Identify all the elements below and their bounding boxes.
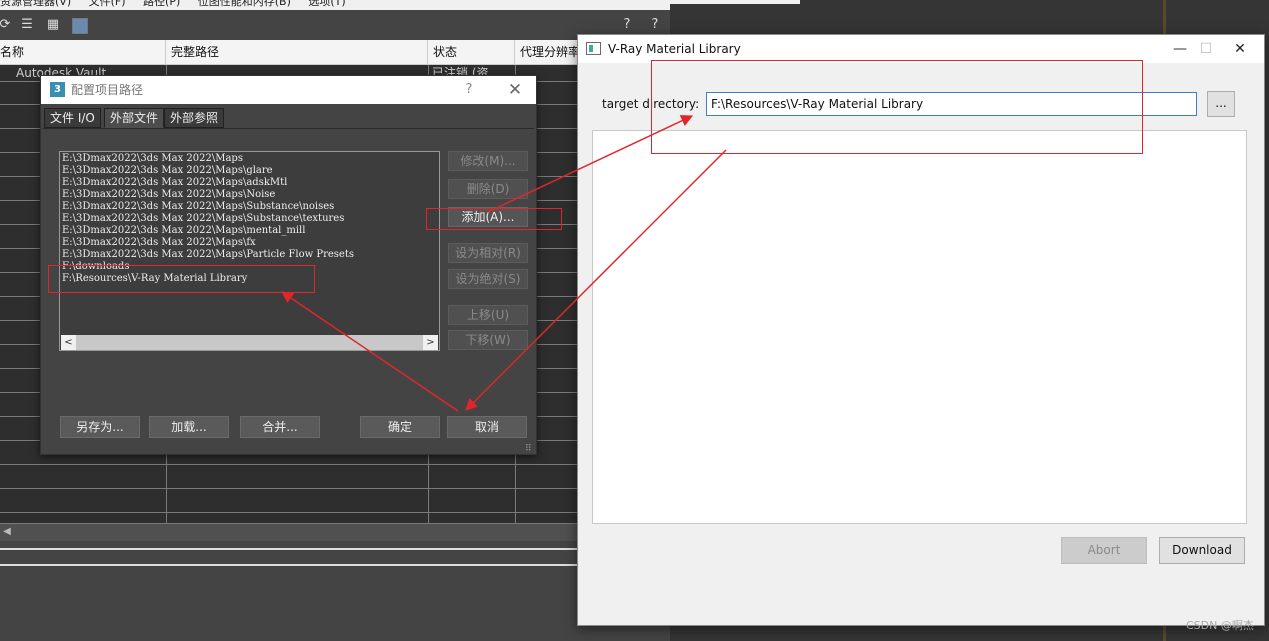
load-button[interactable]: 加载...: [149, 416, 229, 438]
path-list-horizontal-scrollbar[interactable]: < >: [61, 335, 438, 350]
list-item[interactable]: E:\3Dmax2022\3ds Max 2022\Maps\mental_mi…: [62, 225, 305, 237]
column-proxy-resolution[interactable]: 代理分辨率: [515, 40, 585, 65]
tab-external-files[interactable]: 外部文件: [104, 108, 165, 128]
save-as-button[interactable]: 另存为...: [60, 416, 140, 438]
move-down-button[interactable]: 下移(W): [448, 330, 528, 350]
help-icon[interactable]: ?: [459, 76, 479, 104]
make-relative-button[interactable]: 设为相对(R): [448, 243, 528, 263]
table-horizontal-scrollbar[interactable]: ◀: [0, 523, 670, 541]
material-list-area[interactable]: [592, 130, 1247, 524]
menu-item-explorer[interactable]: 资源管理器(V): [0, 0, 71, 8]
divider: [0, 564, 670, 566]
dialog-titlebar[interactable]: 3 配置项目路径 ? ✕: [41, 76, 536, 104]
list-item[interactable]: E:\3Dmax2022\3ds Max 2022\Maps\Substance…: [62, 213, 344, 225]
ok-button[interactable]: 确定: [360, 416, 440, 438]
list-view-icon[interactable]: ☰: [18, 16, 36, 34]
list-item[interactable]: E:\3Dmax2022\3ds Max 2022\Maps\fx: [62, 237, 256, 249]
3dsmax-app-icon: 3: [50, 82, 65, 97]
menu-item-path[interactable]: 路径(P): [143, 0, 180, 8]
download-button[interactable]: Download: [1159, 537, 1245, 564]
menu-item-bitmap[interactable]: 位图性能和内存(B): [198, 0, 291, 8]
tab-file-io[interactable]: 文件 I/O: [44, 108, 101, 128]
merge-button[interactable]: 合并...: [240, 416, 320, 438]
scroll-right-icon[interactable]: >: [423, 335, 438, 350]
thumbnail-view-icon[interactable]: ▦: [44, 16, 62, 34]
make-absolute-button[interactable]: 设为绝对(S): [448, 269, 528, 289]
menu-item-file[interactable]: 文件(F): [89, 0, 126, 8]
menu-item-options[interactable]: 选项(T): [308, 0, 345, 8]
menu-bar: 资源管理器(V) 文件(F) 路径(P) 位图性能和内存(B) 选项(T): [0, 0, 670, 10]
background-strip: [670, 0, 800, 4]
list-item[interactable]: E:\3Dmax2022\3ds Max 2022\Maps\Particle …: [62, 249, 354, 261]
divider: [0, 548, 670, 550]
window-app-icon: [586, 42, 601, 55]
grid-line: [0, 464, 670, 465]
annotation-box-target-directory: [651, 60, 1143, 154]
move-up-button[interactable]: 上移(U): [448, 305, 528, 325]
column-full-path[interactable]: 完整路径: [166, 40, 428, 65]
table-header: 名称 完整路径 状态 代理分辨率: [0, 40, 670, 65]
browse-button[interactable]: ...: [1207, 91, 1235, 117]
context-help-icon[interactable]: ?: [646, 16, 664, 34]
list-item[interactable]: E:\3Dmax2022\3ds Max 2022\Maps\Substance…: [62, 201, 334, 213]
list-item[interactable]: E:\3Dmax2022\3ds Max 2022\Maps\glare: [62, 165, 273, 177]
dialog-title: 配置项目路径: [71, 83, 144, 97]
grid-line: [0, 488, 670, 489]
resize-grip-icon[interactable]: ⠿: [525, 444, 535, 454]
annotation-box-vray-path: [48, 265, 315, 293]
delete-button[interactable]: 删除(D): [448, 179, 528, 199]
close-icon[interactable]: ✕: [1226, 35, 1254, 63]
grid-line: [0, 512, 670, 513]
help-icon[interactable]: ?: [618, 16, 636, 34]
list-item[interactable]: E:\3Dmax2022\3ds Max 2022\Maps\Noise: [62, 189, 275, 201]
window-titlebar[interactable]: V-Ray Material Library — ☐ ✕: [578, 35, 1264, 63]
list-item[interactable]: E:\3Dmax2022\3ds Max 2022\Maps\adskMtl: [62, 177, 287, 189]
abort-button[interactable]: Abort: [1061, 537, 1147, 564]
external-paths-list[interactable]: E:\3Dmax2022\3ds Max 2022\Maps E:\3Dmax2…: [59, 151, 440, 351]
list-item[interactable]: E:\3Dmax2022\3ds Max 2022\Maps: [62, 153, 243, 165]
toolbar: ⟳ ☰ ▦ ? ?: [0, 10, 670, 40]
close-icon[interactable]: ✕: [503, 76, 527, 104]
column-status[interactable]: 状态: [428, 40, 515, 65]
scroll-left-icon[interactable]: ◀: [0, 526, 14, 537]
refresh-icon[interactable]: ⟳: [0, 16, 14, 34]
maximize-icon[interactable]: ☐: [1192, 35, 1220, 63]
window-title: V-Ray Material Library: [608, 42, 741, 56]
watermark: CSDN @啊杰: [1186, 619, 1254, 632]
annotation-box-add-button: [426, 208, 562, 230]
cancel-button[interactable]: 取消: [447, 416, 527, 438]
column-name[interactable]: 名称: [0, 40, 166, 65]
modify-button[interactable]: 修改(M)...: [448, 151, 528, 171]
table-view-icon[interactable]: [72, 18, 88, 34]
minimize-icon[interactable]: —: [1166, 35, 1194, 63]
scroll-left-icon[interactable]: <: [61, 335, 76, 350]
tab-xrefs[interactable]: 外部参照: [164, 108, 225, 128]
